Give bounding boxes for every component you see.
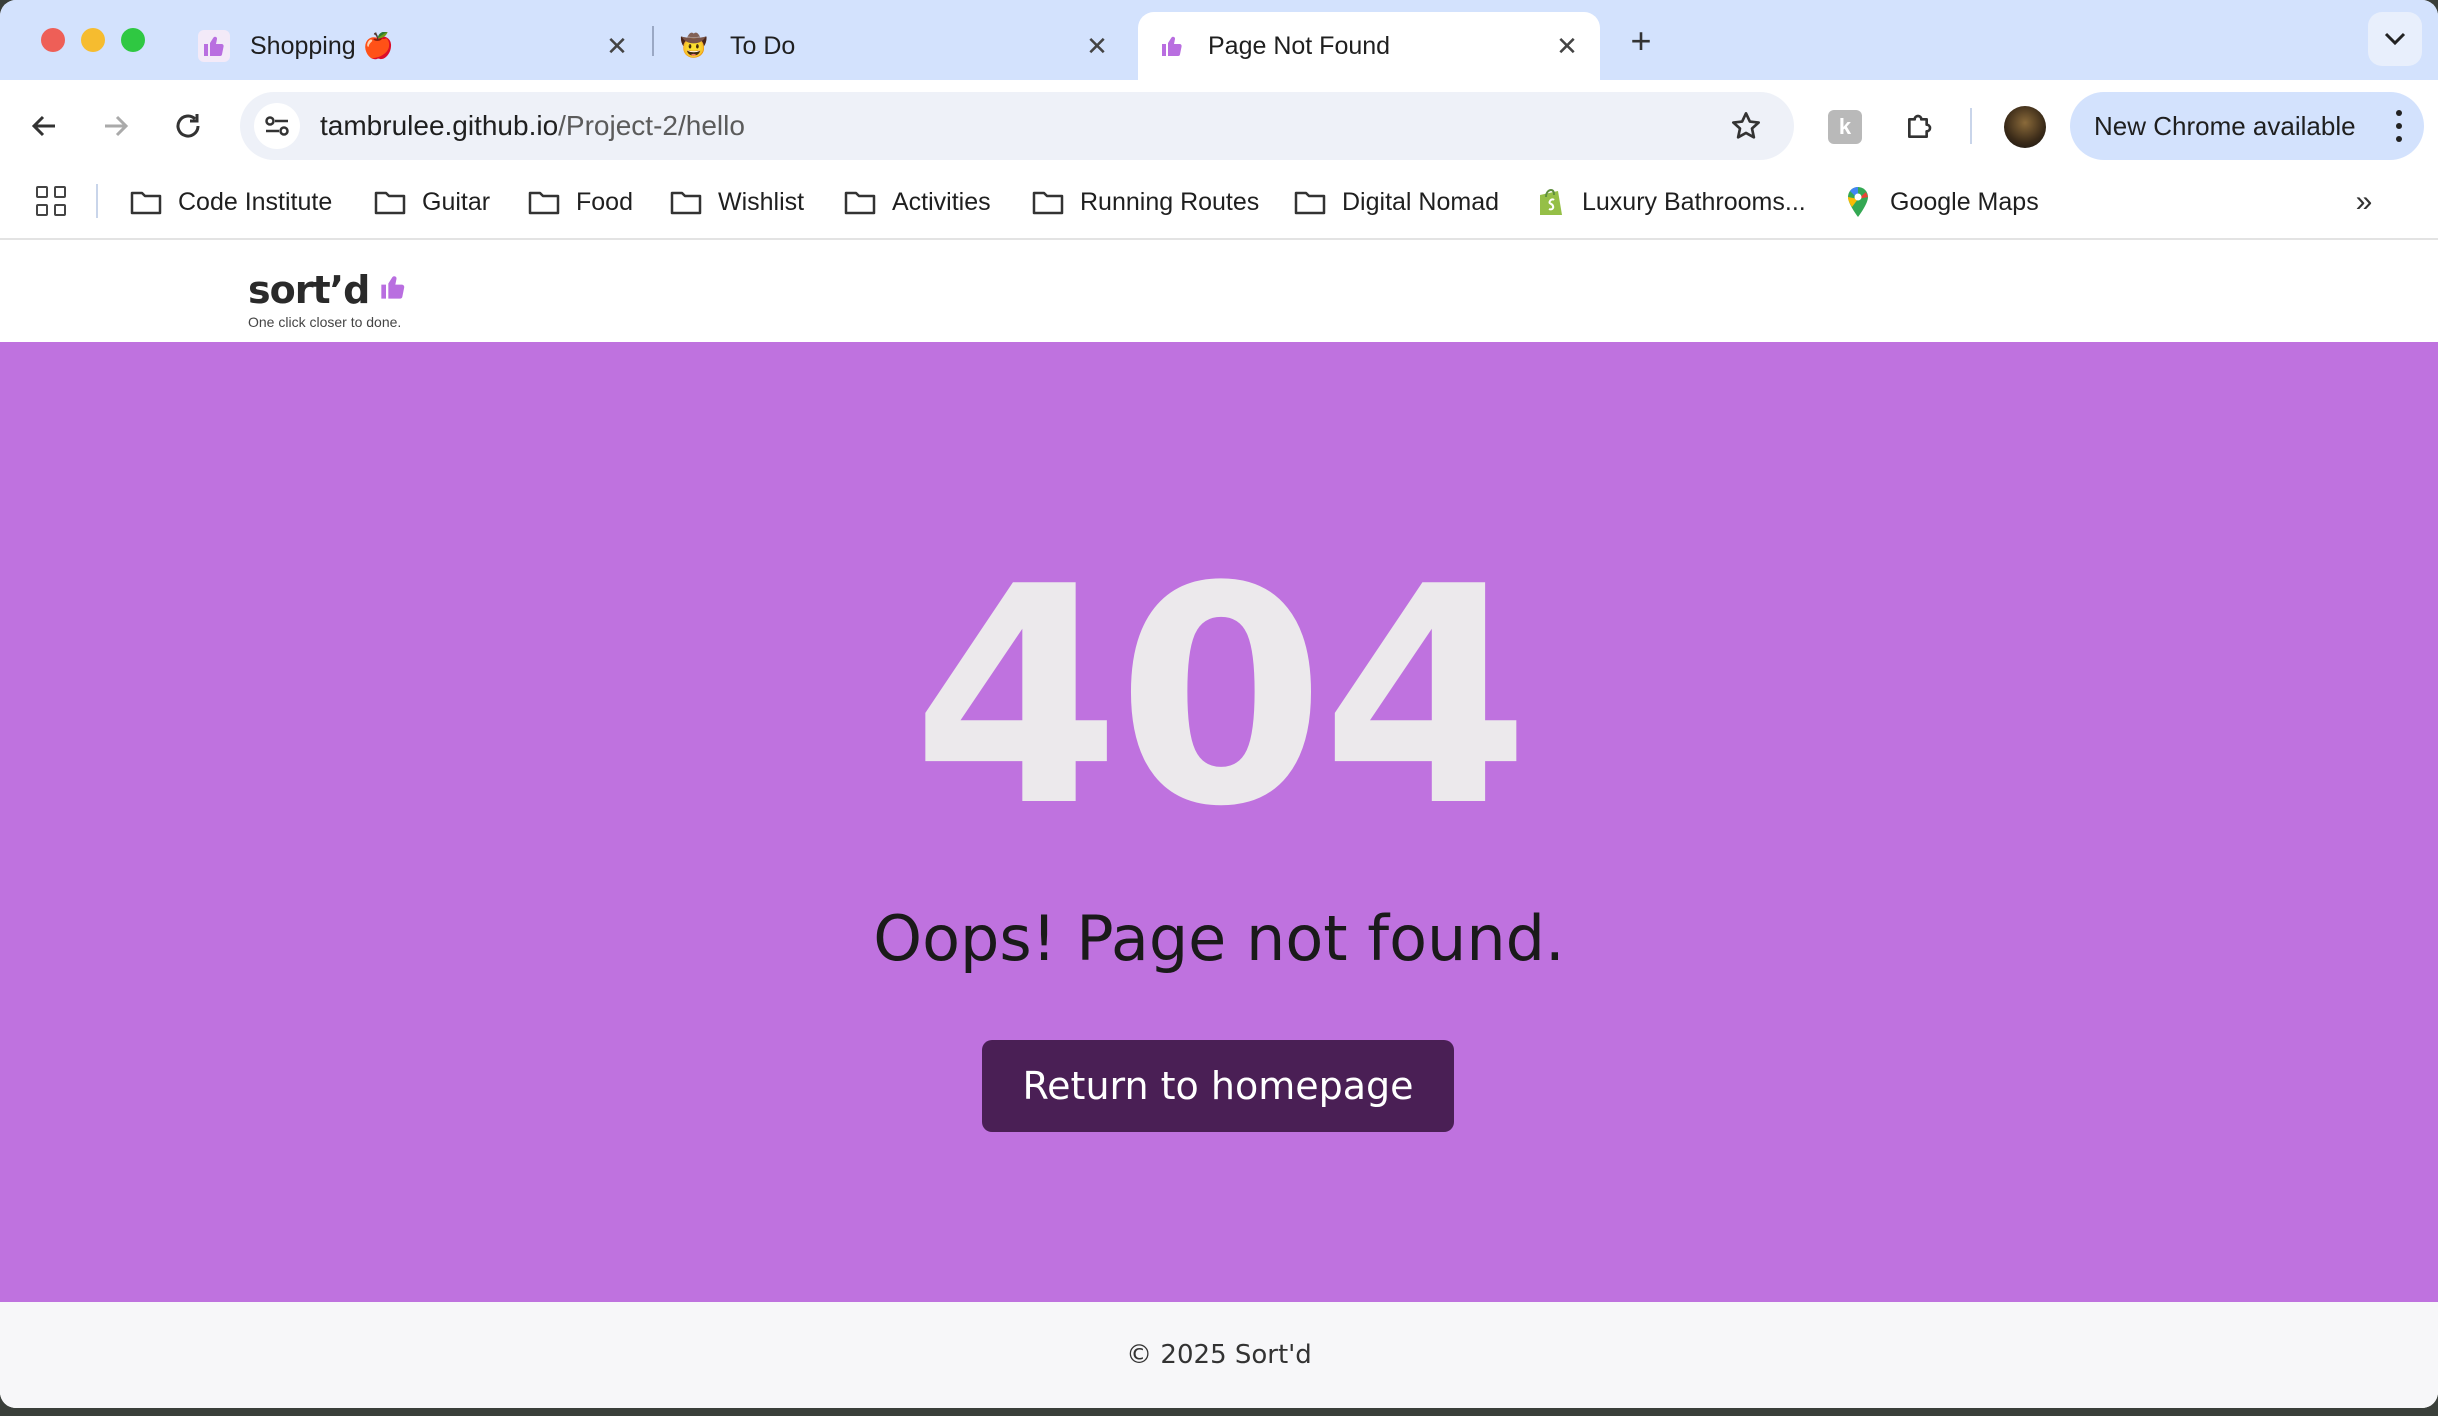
close-window-button[interactable]: [41, 28, 65, 52]
folder-icon: [528, 188, 560, 216]
tab-title: Page Not Found: [1208, 31, 1391, 60]
close-tab-icon[interactable]: ✕: [1082, 31, 1112, 61]
puzzle-icon: [1908, 114, 1932, 138]
bookmarks-bar: Code Institute Guitar Food Wishlist Acti…: [0, 172, 2438, 240]
toolbar-divider: [1970, 108, 1972, 144]
bookmark-label: Running Routes: [1080, 187, 1260, 216]
bookmark-digital-nomad[interactable]: Digital Nomad: [1294, 182, 1499, 222]
address-bar[interactable]: tambrulee.github.io/Project-2/hello: [240, 92, 1794, 160]
forward-button[interactable]: [92, 102, 140, 150]
tab-search-button[interactable]: [2368, 12, 2422, 66]
folder-icon: [1294, 188, 1326, 216]
bookmark-label: Google Maps: [1890, 187, 2039, 216]
error-code: 404: [911, 523, 1530, 872]
bookmarks-divider: [96, 184, 98, 218]
bookmark-label: Luxury Bathrooms...: [1582, 187, 1806, 216]
kebab-menu-icon[interactable]: [2396, 110, 2402, 142]
minimize-window-button[interactable]: [81, 28, 105, 52]
thumbs-up-icon: [198, 30, 230, 62]
thumbs-up-icon: [379, 273, 407, 308]
folder-icon: [670, 188, 702, 216]
bookmark-activities[interactable]: Activities: [844, 182, 991, 222]
more-bookmarks-chevron-icon[interactable]: »: [2346, 184, 2382, 220]
update-chip-label: New Chrome available: [2094, 110, 2356, 141]
thumbs-up-icon: [1156, 30, 1188, 62]
arrow-right-icon: [105, 115, 129, 137]
bookmark-star-button[interactable]: [1722, 102, 1770, 150]
return-to-homepage-button[interactable]: Return to homepage: [982, 1040, 1454, 1132]
bookmark-guitar[interactable]: Guitar: [374, 182, 490, 222]
new-chrome-available-button[interactable]: New Chrome available: [2070, 92, 2424, 160]
arrow-left-icon: [31, 115, 55, 137]
folder-icon: [844, 188, 876, 216]
error-message: Oops! Page not found.: [873, 902, 1565, 975]
bookmark-label: Code Institute: [178, 187, 333, 216]
close-tab-icon[interactable]: ✕: [602, 31, 632, 61]
shopify-bag-icon: [1534, 188, 1566, 216]
site-header: sort’d One click closer to done.: [0, 242, 2438, 342]
site-info-button[interactable]: [254, 103, 300, 149]
bookmark-label: Activities: [892, 187, 991, 216]
bookmark-label: Guitar: [422, 187, 491, 216]
tune-icon: [265, 116, 289, 136]
reload-icon: [176, 114, 200, 138]
bookmark-label: Food: [576, 187, 633, 216]
url-path: /Project-2/hello: [558, 110, 745, 141]
bookmark-luxury-bathrooms[interactable]: Luxury Bathrooms...: [1534, 182, 1806, 222]
map-pin-icon: [1842, 187, 1874, 217]
error-hero: 404 Oops! Page not found. Return to home…: [0, 342, 2438, 1302]
copyright-text: © 2025 Sort'd: [1126, 1340, 1312, 1370]
bookmark-label: Wishlist: [718, 187, 805, 216]
bookmark-food[interactable]: Food: [528, 182, 633, 222]
tab-shopping[interactable]: Shopping 🍎 ✕: [180, 12, 650, 80]
url-host: tambrulee.github.io: [320, 110, 559, 141]
page-viewport: sort’d One click closer to done. 404 Oop…: [0, 242, 2438, 1408]
logo-text: sort’d: [248, 268, 370, 312]
logo-tagline: One click closer to done.: [248, 314, 402, 330]
new-tab-button[interactable]: +: [1620, 20, 1662, 62]
back-button[interactable]: [20, 102, 68, 150]
bookmark-wishlist[interactable]: Wishlist: [670, 182, 804, 222]
profile-avatar[interactable]: [2004, 106, 2046, 148]
tab-page-not-found[interactable]: Page Not Found ✕: [1138, 12, 1600, 80]
tab-title: To Do: [730, 31, 796, 60]
tab-title: Shopping 🍎: [250, 31, 394, 60]
tab-todo[interactable]: 🤠 To Do ✕: [660, 12, 1130, 80]
bookmark-label: Digital Nomad: [1342, 187, 1500, 216]
close-tab-icon[interactable]: ✕: [1552, 31, 1582, 61]
extensions-button[interactable]: [1896, 102, 1944, 150]
chevron-down-icon: [2384, 32, 2406, 46]
apps-grid-icon[interactable]: [36, 186, 66, 216]
folder-icon: [130, 188, 162, 216]
maximize-window-button[interactable]: [121, 28, 145, 52]
browser-toolbar: tambrulee.github.io/Project-2/hello k Ne…: [0, 80, 2438, 172]
folder-icon: [1032, 188, 1064, 216]
bookmark-code-institute[interactable]: Code Institute: [130, 182, 332, 222]
bookmark-google-maps[interactable]: Google Maps: [1842, 182, 2039, 222]
browser-window: Shopping 🍎 ✕ 🤠 To Do ✕ Page Not Found ✕ …: [0, 0, 2438, 1408]
site-footer: © 2025 Sort'd: [0, 1302, 2438, 1408]
tab-strip: Shopping 🍎 ✕ 🤠 To Do ✕ Page Not Found ✕ …: [0, 0, 2438, 80]
logo-wordmark: sort’d: [248, 268, 407, 312]
site-logo[interactable]: sort’d One click closer to done.: [248, 268, 407, 330]
extension-k-icon[interactable]: k: [1828, 110, 1862, 144]
star-icon: [1732, 112, 1760, 139]
folder-icon: [374, 188, 406, 216]
cowboy-emoji-icon: 🤠: [680, 33, 708, 58]
bookmark-running-routes[interactable]: Running Routes: [1032, 182, 1259, 222]
url-text[interactable]: tambrulee.github.io/Project-2/hello: [320, 110, 1722, 142]
tab-divider: [652, 26, 654, 56]
reload-button[interactable]: [164, 102, 212, 150]
